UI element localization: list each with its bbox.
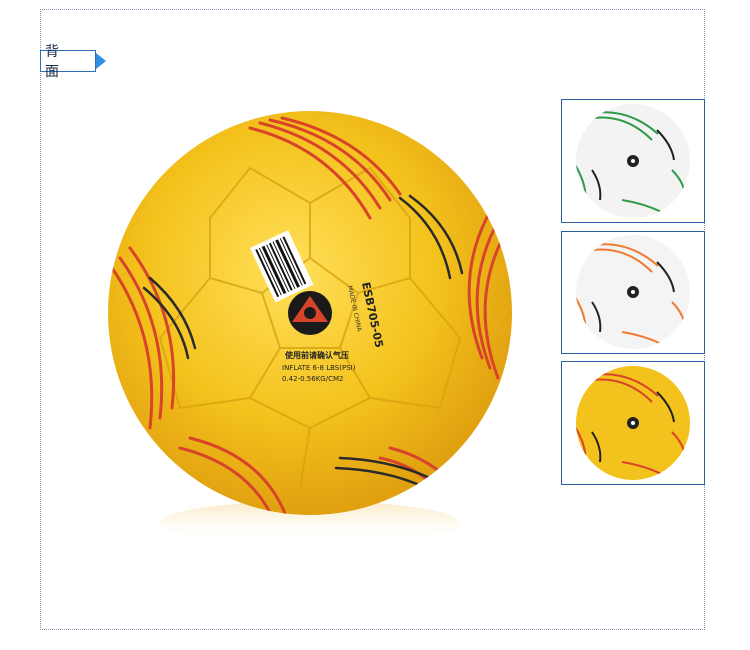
thumbnail-orange[interactable] [561, 231, 705, 354]
main-ball-image: ESB705-05 MADE IN CHINA 使用前请确认气压 INFLATE… [108, 111, 512, 545]
thumbnail-yellow-image [576, 366, 690, 480]
thumbnail-yellow[interactable] [561, 361, 705, 485]
thumbnail-green[interactable] [561, 99, 705, 223]
section-tag-label: 背 面 [45, 44, 65, 80]
section-tag-arrow-icon [96, 53, 106, 69]
ball-cn-note: 使用前请确认气压 [284, 350, 349, 360]
thumbnail-orange-image [576, 235, 690, 349]
thumbnail-green-image [576, 104, 690, 218]
ball-pressure-text: 0.42-0.56KG/CM2 [282, 375, 343, 383]
ball-inflate-text: INFLATE 6-8 LBS(PSI) [282, 364, 356, 372]
section-tag: 背 面 [40, 44, 96, 80]
